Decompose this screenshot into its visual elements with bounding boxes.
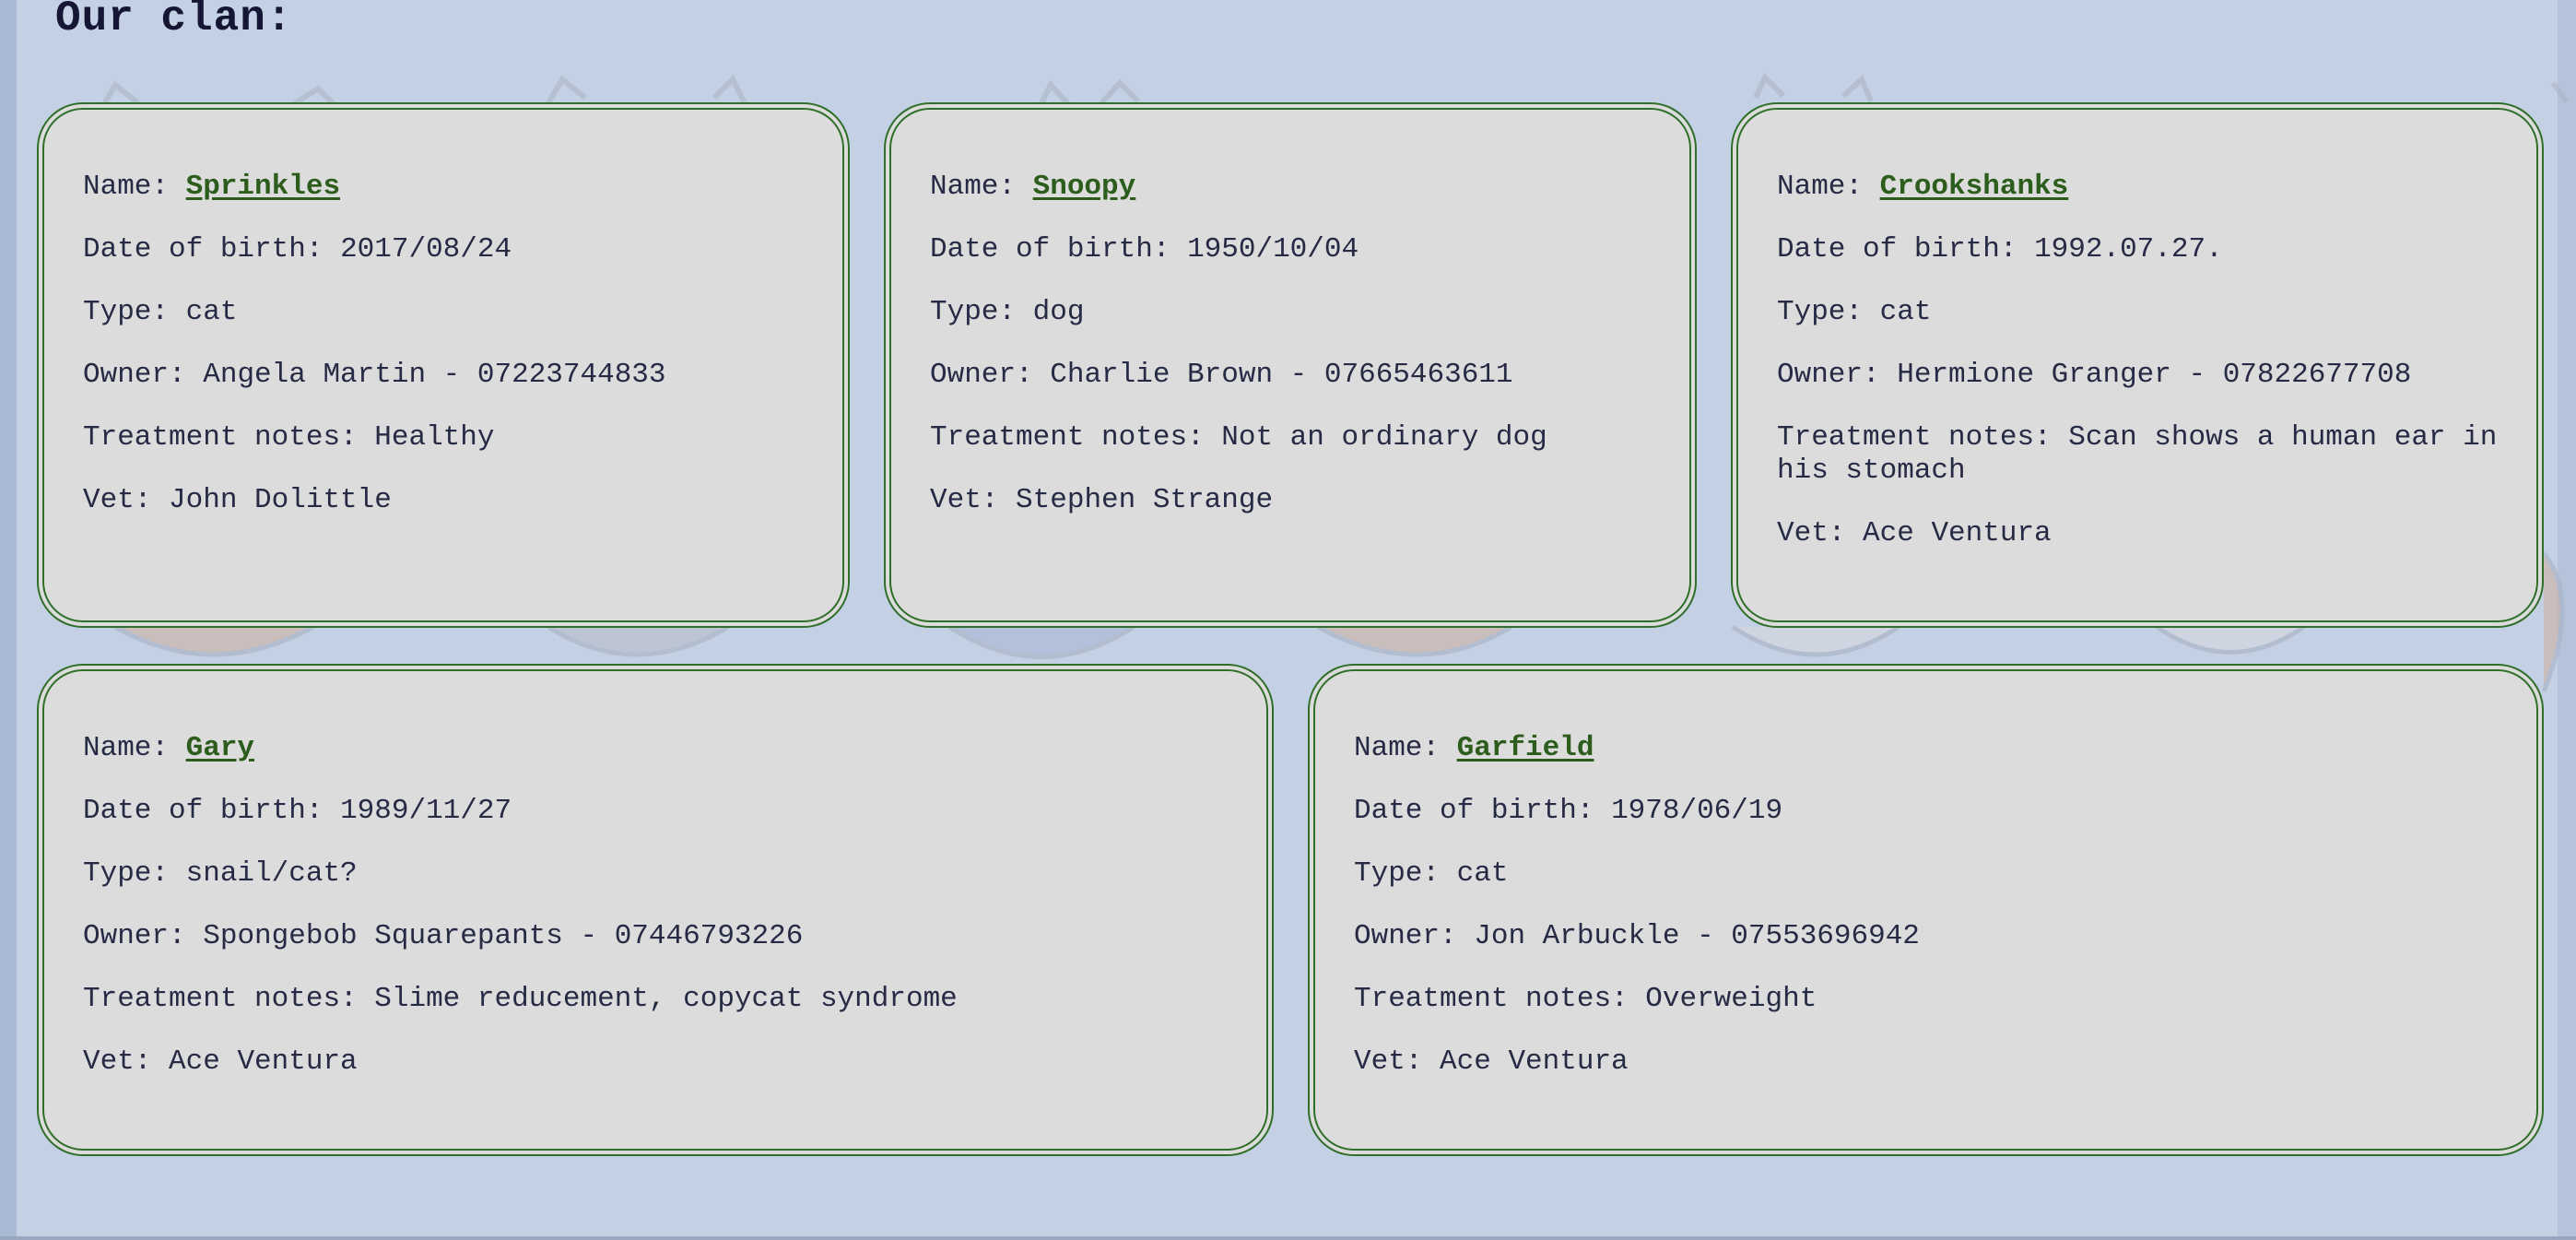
pet-notes-value: Healthy (374, 421, 495, 454)
pet-name-link[interactable]: Snoopy (1033, 171, 1136, 203)
pet-name-link[interactable]: Crookshanks (1880, 171, 2069, 203)
pet-name-label: Name: (83, 171, 170, 203)
pet-dob-row: Date of birth: 1992.07.27. (1777, 233, 2500, 266)
pet-owner-value: Spongebob Squarepants - 07446793226 (203, 920, 804, 952)
pet-type-label: Type: (83, 296, 170, 328)
pet-name-link[interactable]: Gary (186, 732, 254, 764)
pet-name-label: Name: (1354, 732, 1441, 764)
pet-type-value: dog (1032, 296, 1085, 328)
pet-vet-label: Vet: (83, 1045, 152, 1078)
pet-vet-row: Vet: John Dolittle (83, 484, 806, 517)
pet-dob-label: Date of birth: (83, 233, 323, 266)
pet-type-row: Type: cat (83, 296, 806, 329)
pet-name-label: Name: (83, 732, 170, 764)
pet-type-value: cat (1456, 857, 1509, 890)
pet-card: Name: Gary Date of birth: 1989/11/27 Typ… (42, 669, 1268, 1151)
pet-dob-value: 2017/08/24 (340, 233, 512, 266)
pet-name-label: Name: (930, 171, 1017, 203)
pet-type-label: Type: (1777, 296, 1864, 328)
pet-type-row: Type: cat (1777, 296, 2500, 329)
pet-name-link[interactable]: Garfield (1457, 732, 1594, 764)
pet-vet-row: Vet: Ace Ventura (83, 1045, 1229, 1079)
pet-notes-label: Treatment notes: (930, 421, 1205, 454)
pet-notes-row: Treatment notes: Not an ordinary dog (930, 421, 1653, 455)
pet-type-value: cat (185, 296, 238, 328)
pet-vet-label: Vet: (930, 484, 999, 516)
pet-dob-label: Date of birth: (83, 795, 323, 827)
pet-dob-label: Date of birth: (1777, 233, 2017, 266)
pet-name-row: Name: Crookshanks (1777, 171, 2500, 204)
pet-type-row: Type: snail/cat? (83, 857, 1229, 891)
pet-name-row: Name: Garfield (1354, 732, 2500, 765)
pet-vet-row: Vet: Stephen Strange (930, 484, 1653, 517)
pet-vet-label: Vet: (83, 484, 152, 516)
pet-owner-value: Hermione Granger - 07822677708 (1897, 359, 2412, 391)
pet-dob-row: Date of birth: 1989/11/27 (83, 795, 1229, 828)
pet-name-row: Name: Gary (83, 732, 1229, 765)
pet-owner-row: Owner: Charlie Brown - 07665463611 (930, 359, 1653, 392)
pet-owner-label: Owner: (1777, 359, 1880, 391)
pet-vet-row: Vet: Ace Ventura (1777, 517, 2500, 550)
pet-notes-label: Treatment notes: (83, 983, 358, 1015)
pet-notes-label: Treatment notes: (83, 421, 358, 454)
pet-owner-label: Owner: (83, 359, 186, 391)
pet-owner-value: Angela Martin - 07223744833 (203, 359, 666, 391)
pet-vet-value: Ace Ventura (1440, 1045, 1629, 1078)
pet-owner-value: Charlie Brown - 07665463611 (1050, 359, 1513, 391)
pet-type-label: Type: (1354, 857, 1441, 890)
pet-owner-row: Owner: Hermione Granger - 07822677708 (1777, 359, 2500, 392)
pet-dob-row: Date of birth: 1978/06/19 (1354, 795, 2500, 828)
pet-notes-row: Treatment notes: Overweight (1354, 983, 2500, 1016)
pet-card: Name: Crookshanks Date of birth: 1992.07… (1736, 108, 2538, 622)
pet-dob-value: 1978/06/19 (1611, 795, 1783, 827)
pet-dob-row: Date of birth: 1950/10/04 (930, 233, 1653, 266)
pet-vet-row: Vet: Ace Ventura (1354, 1045, 2500, 1079)
pet-dob-row: Date of birth: 2017/08/24 (83, 233, 806, 266)
pet-owner-label: Owner: (83, 920, 186, 952)
pet-owner-row: Owner: Jon Arbuckle - 07553696942 (1354, 920, 2500, 953)
pet-owner-row: Owner: Spongebob Squarepants - 074467932… (83, 920, 1229, 953)
pet-owner-label: Owner: (1354, 920, 1457, 952)
pet-notes-value: Slime reducement, copycat syndrome (374, 983, 958, 1015)
pet-notes-label: Treatment notes: (1354, 983, 1629, 1015)
pet-dob-label: Date of birth: (930, 233, 1170, 266)
pet-type-label: Type: (83, 857, 170, 890)
window-right-edge (2558, 0, 2576, 1240)
window-left-edge (0, 0, 17, 1240)
pet-owner-label: Owner: (930, 359, 1033, 391)
pet-card: Name: Snoopy Date of birth: 1950/10/04 T… (889, 108, 1691, 622)
page-title: Our clan: (55, 0, 293, 42)
pet-notes-row: Treatment notes: Slime reducement, copyc… (83, 983, 1229, 1016)
pet-name-row: Name: Sprinkles (83, 171, 806, 204)
pet-vet-value: John Dolittle (169, 484, 392, 516)
pet-type-label: Type: (930, 296, 1017, 328)
pet-dob-label: Date of birth: (1354, 795, 1594, 827)
window-bottom-edge (0, 1236, 2576, 1240)
pet-name-label: Name: (1777, 171, 1864, 203)
pet-notes-row: Treatment notes: Healthy (83, 421, 806, 455)
pet-card: Name: Sprinkles Date of birth: 2017/08/2… (42, 108, 844, 622)
pet-notes-value: Not an ordinary dog (1221, 421, 1547, 454)
pet-owner-row: Owner: Angela Martin - 07223744833 (83, 359, 806, 392)
pet-vet-value: Ace Ventura (1863, 517, 2052, 549)
pet-dob-value: 1992.07.27. (2034, 233, 2223, 266)
pet-dob-value: 1950/10/04 (1187, 233, 1359, 266)
pet-type-value: cat (1879, 296, 1932, 328)
pet-name-row: Name: Snoopy (930, 171, 1653, 204)
pet-owner-value: Jon Arbuckle - 07553696942 (1474, 920, 1920, 952)
pet-type-row: Type: cat (1354, 857, 2500, 891)
pet-type-value: snail/cat? (185, 857, 358, 890)
pet-vet-value: Stephen Strange (1016, 484, 1274, 516)
pet-dob-value: 1989/11/27 (340, 795, 512, 827)
pet-vet-label: Vet: (1354, 1045, 1423, 1078)
pet-vet-value: Ace Ventura (169, 1045, 358, 1078)
pet-notes-value: Overweight (1645, 983, 1817, 1015)
pet-card: Name: Garfield Date of birth: 1978/06/19… (1313, 669, 2538, 1151)
pet-name-link[interactable]: Sprinkles (186, 171, 340, 203)
pet-notes-row: Treatment notes: Scan shows a human ear … (1777, 421, 2500, 488)
pet-notes-label: Treatment notes: (1777, 421, 2052, 454)
pet-type-row: Type: dog (930, 296, 1653, 329)
pet-vet-label: Vet: (1777, 517, 1846, 549)
